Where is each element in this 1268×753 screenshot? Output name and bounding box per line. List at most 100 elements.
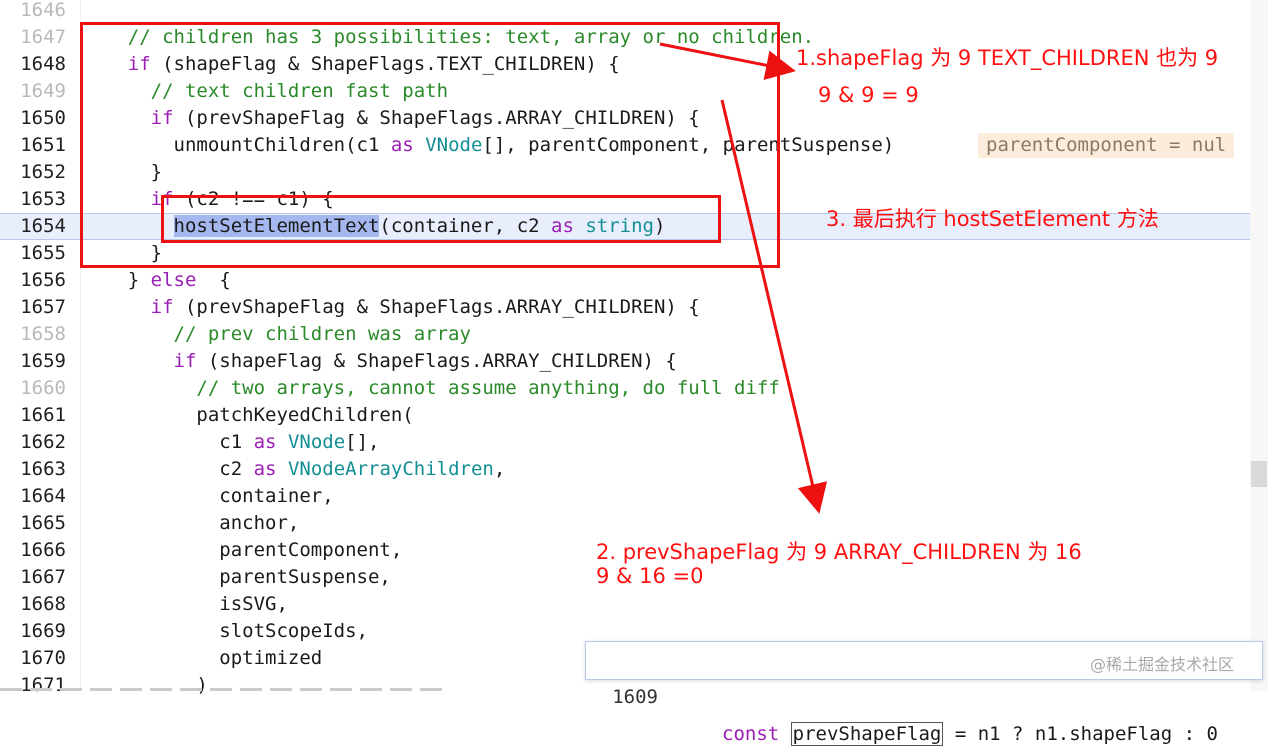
line-number: 1662 bbox=[20, 431, 66, 453]
code-text: isSVG, bbox=[82, 591, 288, 618]
line-number: 1668 bbox=[20, 593, 66, 615]
code-text: container, bbox=[82, 483, 334, 510]
line-number: 1656 bbox=[20, 269, 66, 291]
popup-rest: = n1 ? n1.shapeFlag : 0 bbox=[943, 723, 1218, 745]
code-line[interactable]: 1662 c1 as VNode[], bbox=[0, 429, 1250, 456]
code-comment: // prev children was array bbox=[173, 323, 471, 345]
code-line[interactable]: 1660 // two arrays, cannot assume anythi… bbox=[0, 375, 1250, 402]
code-segment: slotScopeIds, bbox=[219, 620, 368, 642]
code-line[interactable]: 1664 container, bbox=[0, 483, 1250, 510]
code-line[interactable]: 1659 if (shapeFlag & ShapeFlags.ARRAY_CH… bbox=[0, 348, 1250, 375]
popup-identifier[interactable]: prevShapeFlag bbox=[790, 722, 944, 746]
line-number: 1648 bbox=[20, 53, 66, 75]
annotation-note-1: 1.shapeFlag 为 9 TEXT_CHILDREN 也为 9 bbox=[796, 46, 1219, 70]
line-number: 1670 bbox=[20, 647, 66, 669]
line-number: 1658 bbox=[20, 323, 66, 345]
code-text: parentSuspense, bbox=[82, 564, 391, 591]
code-text: if (shapeFlag & ShapeFlags.ARRAY_CHILDRE… bbox=[82, 348, 677, 375]
line-number: 1650 bbox=[20, 107, 66, 129]
code-segment: { bbox=[207, 269, 231, 291]
code-line[interactable]: 1656 } else { bbox=[0, 267, 1250, 294]
popup-code: const prevShapeFlag = n1 ? n1.shapeFlag … bbox=[722, 716, 1218, 753]
code-line[interactable]: 1657 if (prevShapeFlag & ShapeFlags.ARRA… bbox=[0, 294, 1250, 321]
line-number: 1657 bbox=[20, 296, 66, 318]
line-number: 1659 bbox=[20, 350, 66, 372]
code-keyword: as bbox=[253, 431, 277, 453]
line-number: 1653 bbox=[20, 188, 66, 210]
code-line[interactable]: 1661 patchKeyedChildren( bbox=[0, 402, 1250, 429]
annotation-note-2-calc: 9 & 16 =0 bbox=[596, 564, 704, 588]
line-number: 1666 bbox=[20, 539, 66, 561]
scrollbar-thumb[interactable] bbox=[1251, 461, 1267, 487]
code-line[interactable]: 1665 anchor, bbox=[0, 510, 1250, 537]
popup-line-number: 1609 bbox=[612, 686, 658, 708]
line-number: 1646 bbox=[20, 0, 66, 21]
code-text: ) bbox=[82, 672, 208, 699]
code-type: VNodeArrayChildren bbox=[287, 458, 494, 480]
vertical-scrollbar[interactable] bbox=[1250, 0, 1268, 691]
code-text: optimized bbox=[82, 645, 322, 672]
code-segment: parentSuspense, bbox=[219, 566, 391, 588]
code-keyword: if bbox=[150, 296, 174, 318]
line-number: 1667 bbox=[20, 566, 66, 588]
line-number: 1669 bbox=[20, 620, 66, 642]
line-number: 1665 bbox=[20, 512, 66, 534]
line-number: 1647 bbox=[20, 26, 66, 48]
code-segment: [], bbox=[345, 431, 380, 453]
annotation-note-3: 3. 最后执行 hostSetElement 方法 bbox=[826, 207, 1159, 231]
code-text: slotScopeIds, bbox=[82, 618, 368, 645]
line-number: 1671 bbox=[20, 674, 66, 696]
code-segment: c2 bbox=[219, 458, 254, 480]
code-text: c1 as VNode[], bbox=[82, 429, 379, 456]
code-text: patchKeyedChildren( bbox=[82, 402, 414, 429]
code-segment: (shapeFlag & ShapeFlags.ARRAY_CHILDREN) … bbox=[196, 350, 677, 372]
line-number: 1664 bbox=[20, 485, 66, 507]
line-number: 1654 bbox=[20, 215, 66, 237]
code-segment: c1 bbox=[219, 431, 254, 453]
code-line[interactable]: 1646 bbox=[0, 0, 1250, 24]
code-text: // two arrays, cannot assume anything, d… bbox=[82, 375, 780, 402]
code-segment: patchKeyedChildren( bbox=[196, 404, 414, 426]
code-text: if (prevShapeFlag & ShapeFlags.ARRAY_CHI… bbox=[82, 294, 700, 321]
code-line[interactable]: 1663 c2 as VNodeArrayChildren, bbox=[0, 456, 1250, 483]
annotation-note-1-calc: 9 & 9 = 9 bbox=[818, 83, 919, 107]
code-segment: optimized bbox=[219, 647, 323, 669]
line-number: 1655 bbox=[20, 242, 66, 264]
code-keyword: else bbox=[150, 269, 197, 291]
inlay-debug-hint: parentComponent = nul bbox=[978, 133, 1235, 158]
code-segment: container, bbox=[219, 485, 334, 507]
line-number: 1660 bbox=[20, 377, 66, 399]
code-comment: // two arrays, cannot assume anything, d… bbox=[196, 377, 780, 399]
code-segment: ) bbox=[196, 674, 208, 696]
code-text: anchor, bbox=[82, 510, 299, 537]
code-text: } else { bbox=[82, 267, 231, 294]
line-number: 1663 bbox=[20, 458, 66, 480]
code-type: VNode bbox=[287, 431, 346, 453]
line-number: 1661 bbox=[20, 404, 66, 426]
code-line[interactable]: 1668 isSVG, bbox=[0, 591, 1250, 618]
code-segment: anchor, bbox=[219, 512, 300, 534]
line-number: 1651 bbox=[20, 134, 66, 156]
code-line[interactable]: 1658 // prev children was array bbox=[0, 321, 1250, 348]
code-segment: , bbox=[493, 458, 506, 480]
code-text bbox=[82, 0, 128, 24]
code-keyword: if bbox=[173, 350, 197, 372]
code-segment: parentComponent, bbox=[219, 539, 403, 561]
code-text: c2 as VNodeArrayChildren, bbox=[82, 456, 505, 483]
code-keyword: as bbox=[253, 458, 277, 480]
